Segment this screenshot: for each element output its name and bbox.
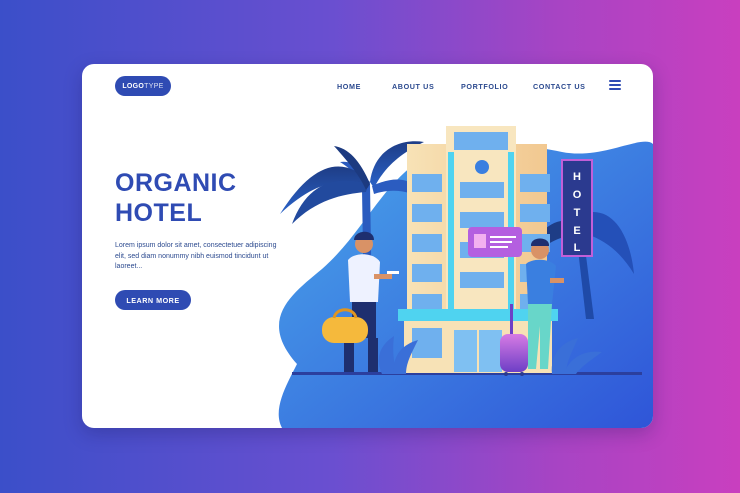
- hotel-illustration: H O T E L: [278, 126, 653, 428]
- landing-page-card: LOGO TYPE HOME ABOUT US PORTFOLIO CONTACT…: [82, 64, 653, 428]
- svg-text:H: H: [573, 171, 581, 183]
- svg-text:E: E: [573, 225, 580, 237]
- svg-text:O: O: [573, 189, 582, 201]
- svg-text:L: L: [574, 242, 581, 254]
- hotel-sign-icon: H O T E L: [561, 159, 593, 257]
- svg-text:T: T: [574, 207, 581, 219]
- review-bubble-icon: [468, 227, 522, 257]
